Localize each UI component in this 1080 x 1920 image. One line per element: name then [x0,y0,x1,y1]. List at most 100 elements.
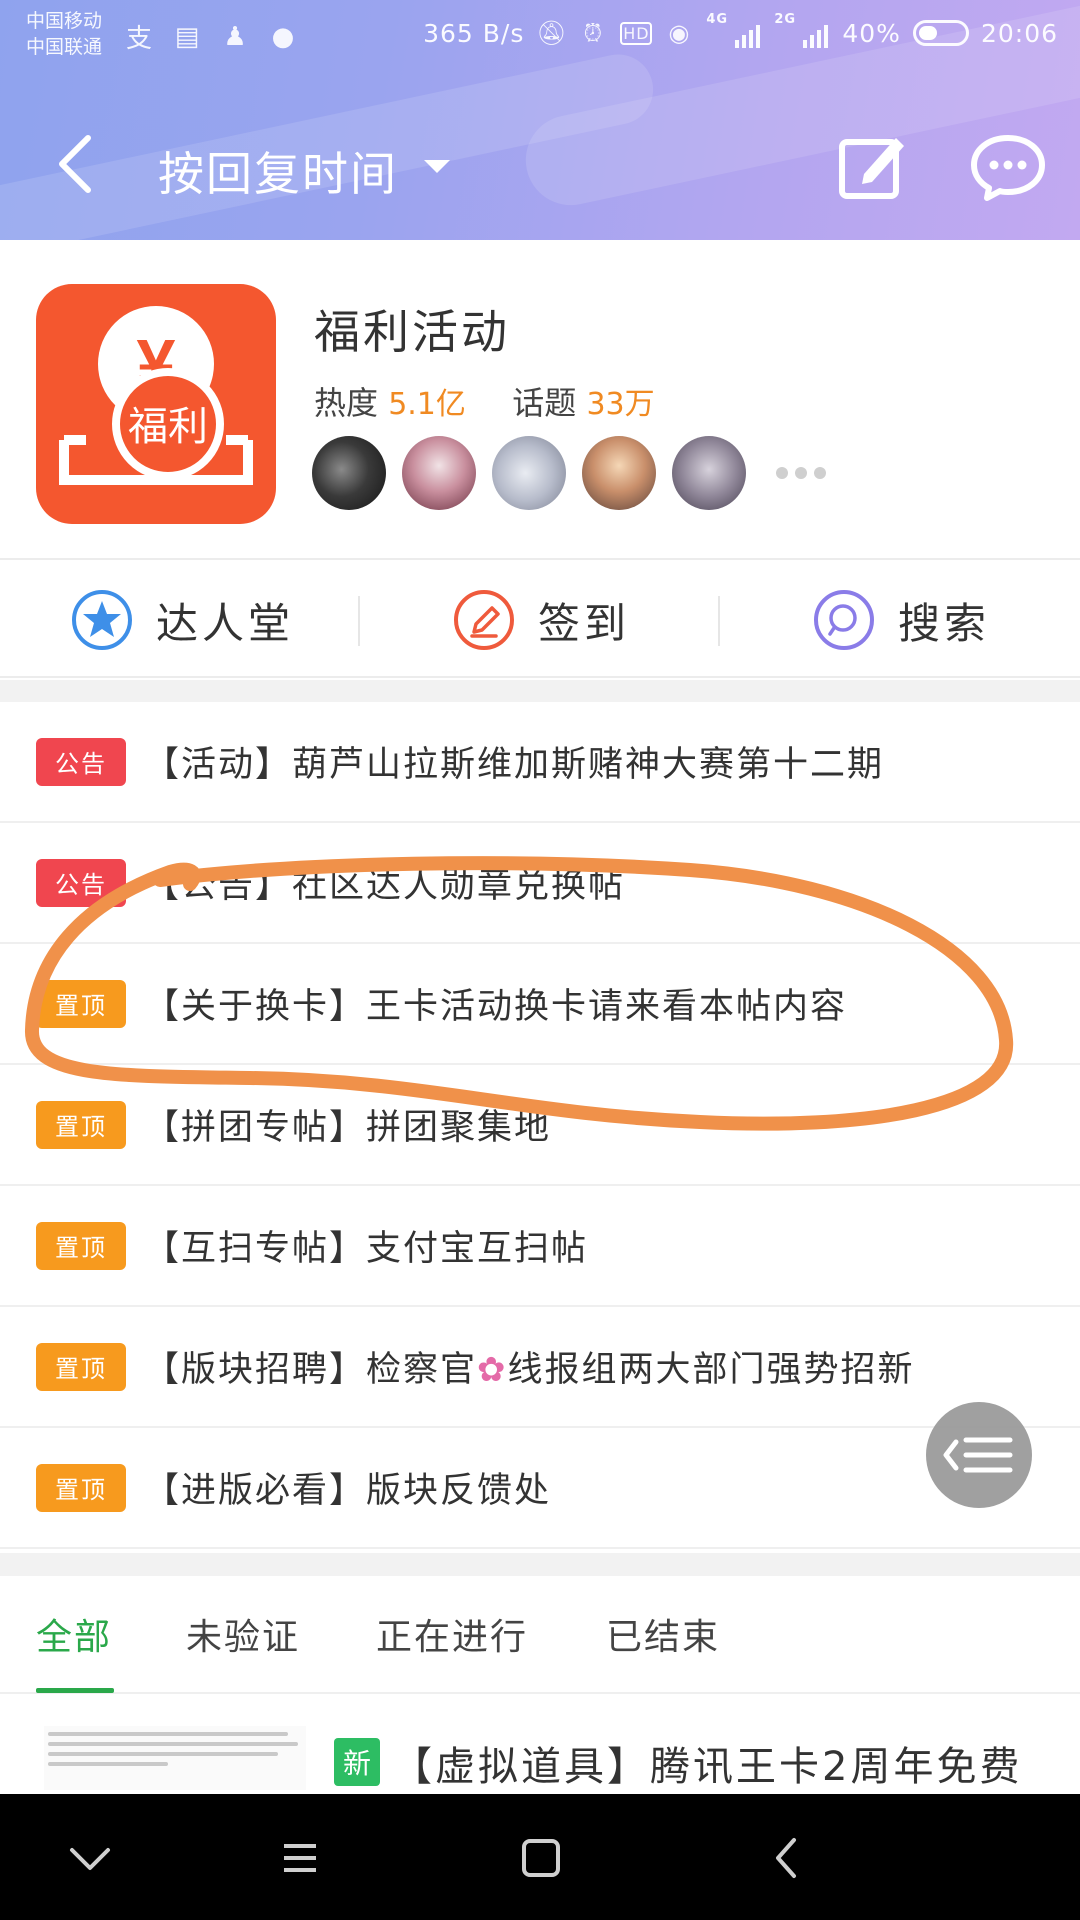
avatar[interactable] [582,436,656,510]
pinned-tag: 置顶 [36,1100,126,1149]
divider [358,596,360,646]
post-title: 【公告】社区达人勋章兑换帖 [144,866,626,906]
search-icon [814,590,874,650]
tab-unverified[interactable]: 未验证 [186,1608,300,1660]
thread-thumbnail[interactable] [44,1726,306,1790]
compose-button[interactable] [836,130,908,202]
hall-of-fame-button[interactable]: 达人堂 [70,560,294,680]
edit-icon [839,138,904,199]
topic-value: 33万 [586,387,655,422]
filter-tabs: 全部 未验证 正在进行 已结束 [0,1576,1080,1694]
notification-icons: 支 ▤ ♟ ● [122,18,300,55]
checkin-label: 签到 [538,598,631,648]
floating-menu-button[interactable] [926,1402,1032,1508]
star-badge-icon [72,590,132,650]
carrier-1: 中国移动 [26,10,103,32]
forum-logo[interactable]: ¥ 福利 [36,284,276,524]
pinned-tag: 置顶 [36,1342,126,1391]
wechat-icon: ● [271,21,295,52]
message-button[interactable] [970,132,1046,202]
back-arrow-icon [59,135,91,193]
avatar[interactable] [312,436,386,510]
system-nav-bar [0,1794,1080,1920]
network-speed: 365 B/s [423,18,525,48]
alarm-icon: ⏰︎ [583,19,604,47]
pinned-tag: 置顶 [36,1221,126,1270]
carrier-labels: 中国移动 中国联通 [26,8,102,60]
clock: 20:06 [980,18,1058,48]
list-item[interactable]: 置顶 【拼团专帖】拼团聚集地 [0,1065,1080,1186]
back-icon[interactable] [756,1830,816,1886]
back-button[interactable] [48,132,104,196]
action-bar: 达人堂 签到 搜索 [0,558,1080,678]
qq-icon: ♟ [223,21,247,52]
search-button[interactable]: 搜索 [812,560,990,680]
chat-bubble-icon [971,135,1045,201]
list-item[interactable]: 置顶 【关于换卡】王卡活动换卡请来看本帖内容 [0,944,1080,1065]
svg-text:福利: 福利 [128,404,208,450]
pinned-list: 公告 【活动】葫芦山拉斯维加斯赌神大赛第十二期 公告 【公告】社区达人勋章兑换帖… [0,702,1080,1549]
menu-collapse-icon [943,1437,1013,1473]
more-members-icon[interactable] [776,467,826,479]
eye-icon: ◉ [668,19,691,47]
heat-value: 5.1亿 [388,387,466,422]
signal-4g-icon: 4G [706,12,762,50]
list-item[interactable]: 公告 【公告】社区达人勋章兑换帖 [0,823,1080,944]
avatar[interactable] [402,436,476,510]
home-icon[interactable] [510,1830,570,1886]
post-title-part: 线报组两大部门强势招新 [507,1350,915,1390]
caret-down-icon[interactable] [424,160,450,173]
header: 中国移动 中国联通 支 ▤ ♟ ● 365 B/s 🔕︎ ⏰︎ HD ◉ 4G … [0,0,1080,240]
battery-icon [912,20,969,46]
hall-of-fame-label: 达人堂 [156,598,295,648]
notice-tag: 公告 [36,858,126,907]
alipay-icon: 支 [125,24,152,54]
status-bar: 中国移动 中国联通 支 ▤ ♟ ● 365 B/s 🔕︎ ⏰︎ HD ◉ 4G … [0,0,1080,80]
list-item[interactable]: 置顶 【互扫专帖】支付宝互扫帖 [0,1186,1080,1307]
menu-icon[interactable] [270,1830,330,1886]
heat-label: 热度 [314,384,379,422]
pen-icon [454,590,514,650]
checkin-button[interactable]: 签到 [452,560,630,680]
forum-stats: 热度 5.1亿 话题 33万 [314,378,655,424]
flower-icon: ✿ [477,1350,508,1390]
document-icon: ▤ [174,21,200,52]
carrier-2: 中国联通 [26,36,103,58]
forum-name: 福利活动 [314,305,510,359]
member-avatars[interactable] [312,436,826,510]
section-gap [0,1553,1080,1576]
notice-tag: 公告 [36,737,126,786]
tab-ended[interactable]: 已结束 [606,1608,720,1660]
tab-all[interactable]: 全部 [36,1608,112,1660]
new-badge: 新 [334,1738,380,1786]
tab-active-indicator [36,1688,114,1693]
list-item[interactable]: 置顶 【版块招聘】检察官✿线报组两大部门强势招新 [0,1307,1080,1428]
battery-percent: 40% [842,18,901,48]
post-title: 【拼团专帖】拼团聚集地 [144,1108,552,1148]
avatar[interactable] [492,436,566,510]
divider [718,596,720,646]
hide-keyboard-icon[interactable] [60,1830,120,1886]
forum-info: ¥ 福利 福利活动 热度 5.1亿 话题 33万 [0,240,1080,558]
list-item[interactable]: 公告 【活动】葫芦山拉斯维加斯赌神大赛第十二期 [0,702,1080,823]
thread-item[interactable]: 新 【虚拟道具】腾讯王卡2周年免费 [0,1696,1080,1794]
post-title: 【进版必看】版块反馈处 [144,1471,552,1511]
tab-ongoing[interactable]: 正在进行 [376,1608,528,1660]
welfare-logo-icon: ¥ 福利 [59,306,253,485]
avatar[interactable] [672,436,746,510]
hd-icon: HD [620,21,653,45]
navbar: 按回复时间 [0,110,1080,220]
post-title: 【互扫专帖】支付宝互扫帖 [144,1229,589,1269]
post-title: 【活动】葫芦山拉斯维加斯赌神大赛第十二期 [144,745,885,785]
mute-icon: 🔕︎ [536,19,568,47]
topic-label: 话题 [512,384,577,422]
search-label: 搜索 [898,598,991,648]
post-title-part: 【版块招聘】检察官 [144,1350,478,1390]
list-item[interactable]: 置顶 【进版必看】版块反馈处 [0,1428,1080,1549]
section-gap [0,680,1080,702]
status-right: 365 B/s 🔕︎ ⏰︎ HD ◉ 4G 2G 40% 20:06 [423,12,1058,50]
pinned-tag: 置顶 [36,1463,126,1512]
signal-2g-icon: 2G [774,12,830,50]
sort-dropdown[interactable]: 按回复时间 [158,138,398,204]
post-title: 【版块招聘】检察官✿线报组两大部门强势招新 [144,1341,915,1392]
